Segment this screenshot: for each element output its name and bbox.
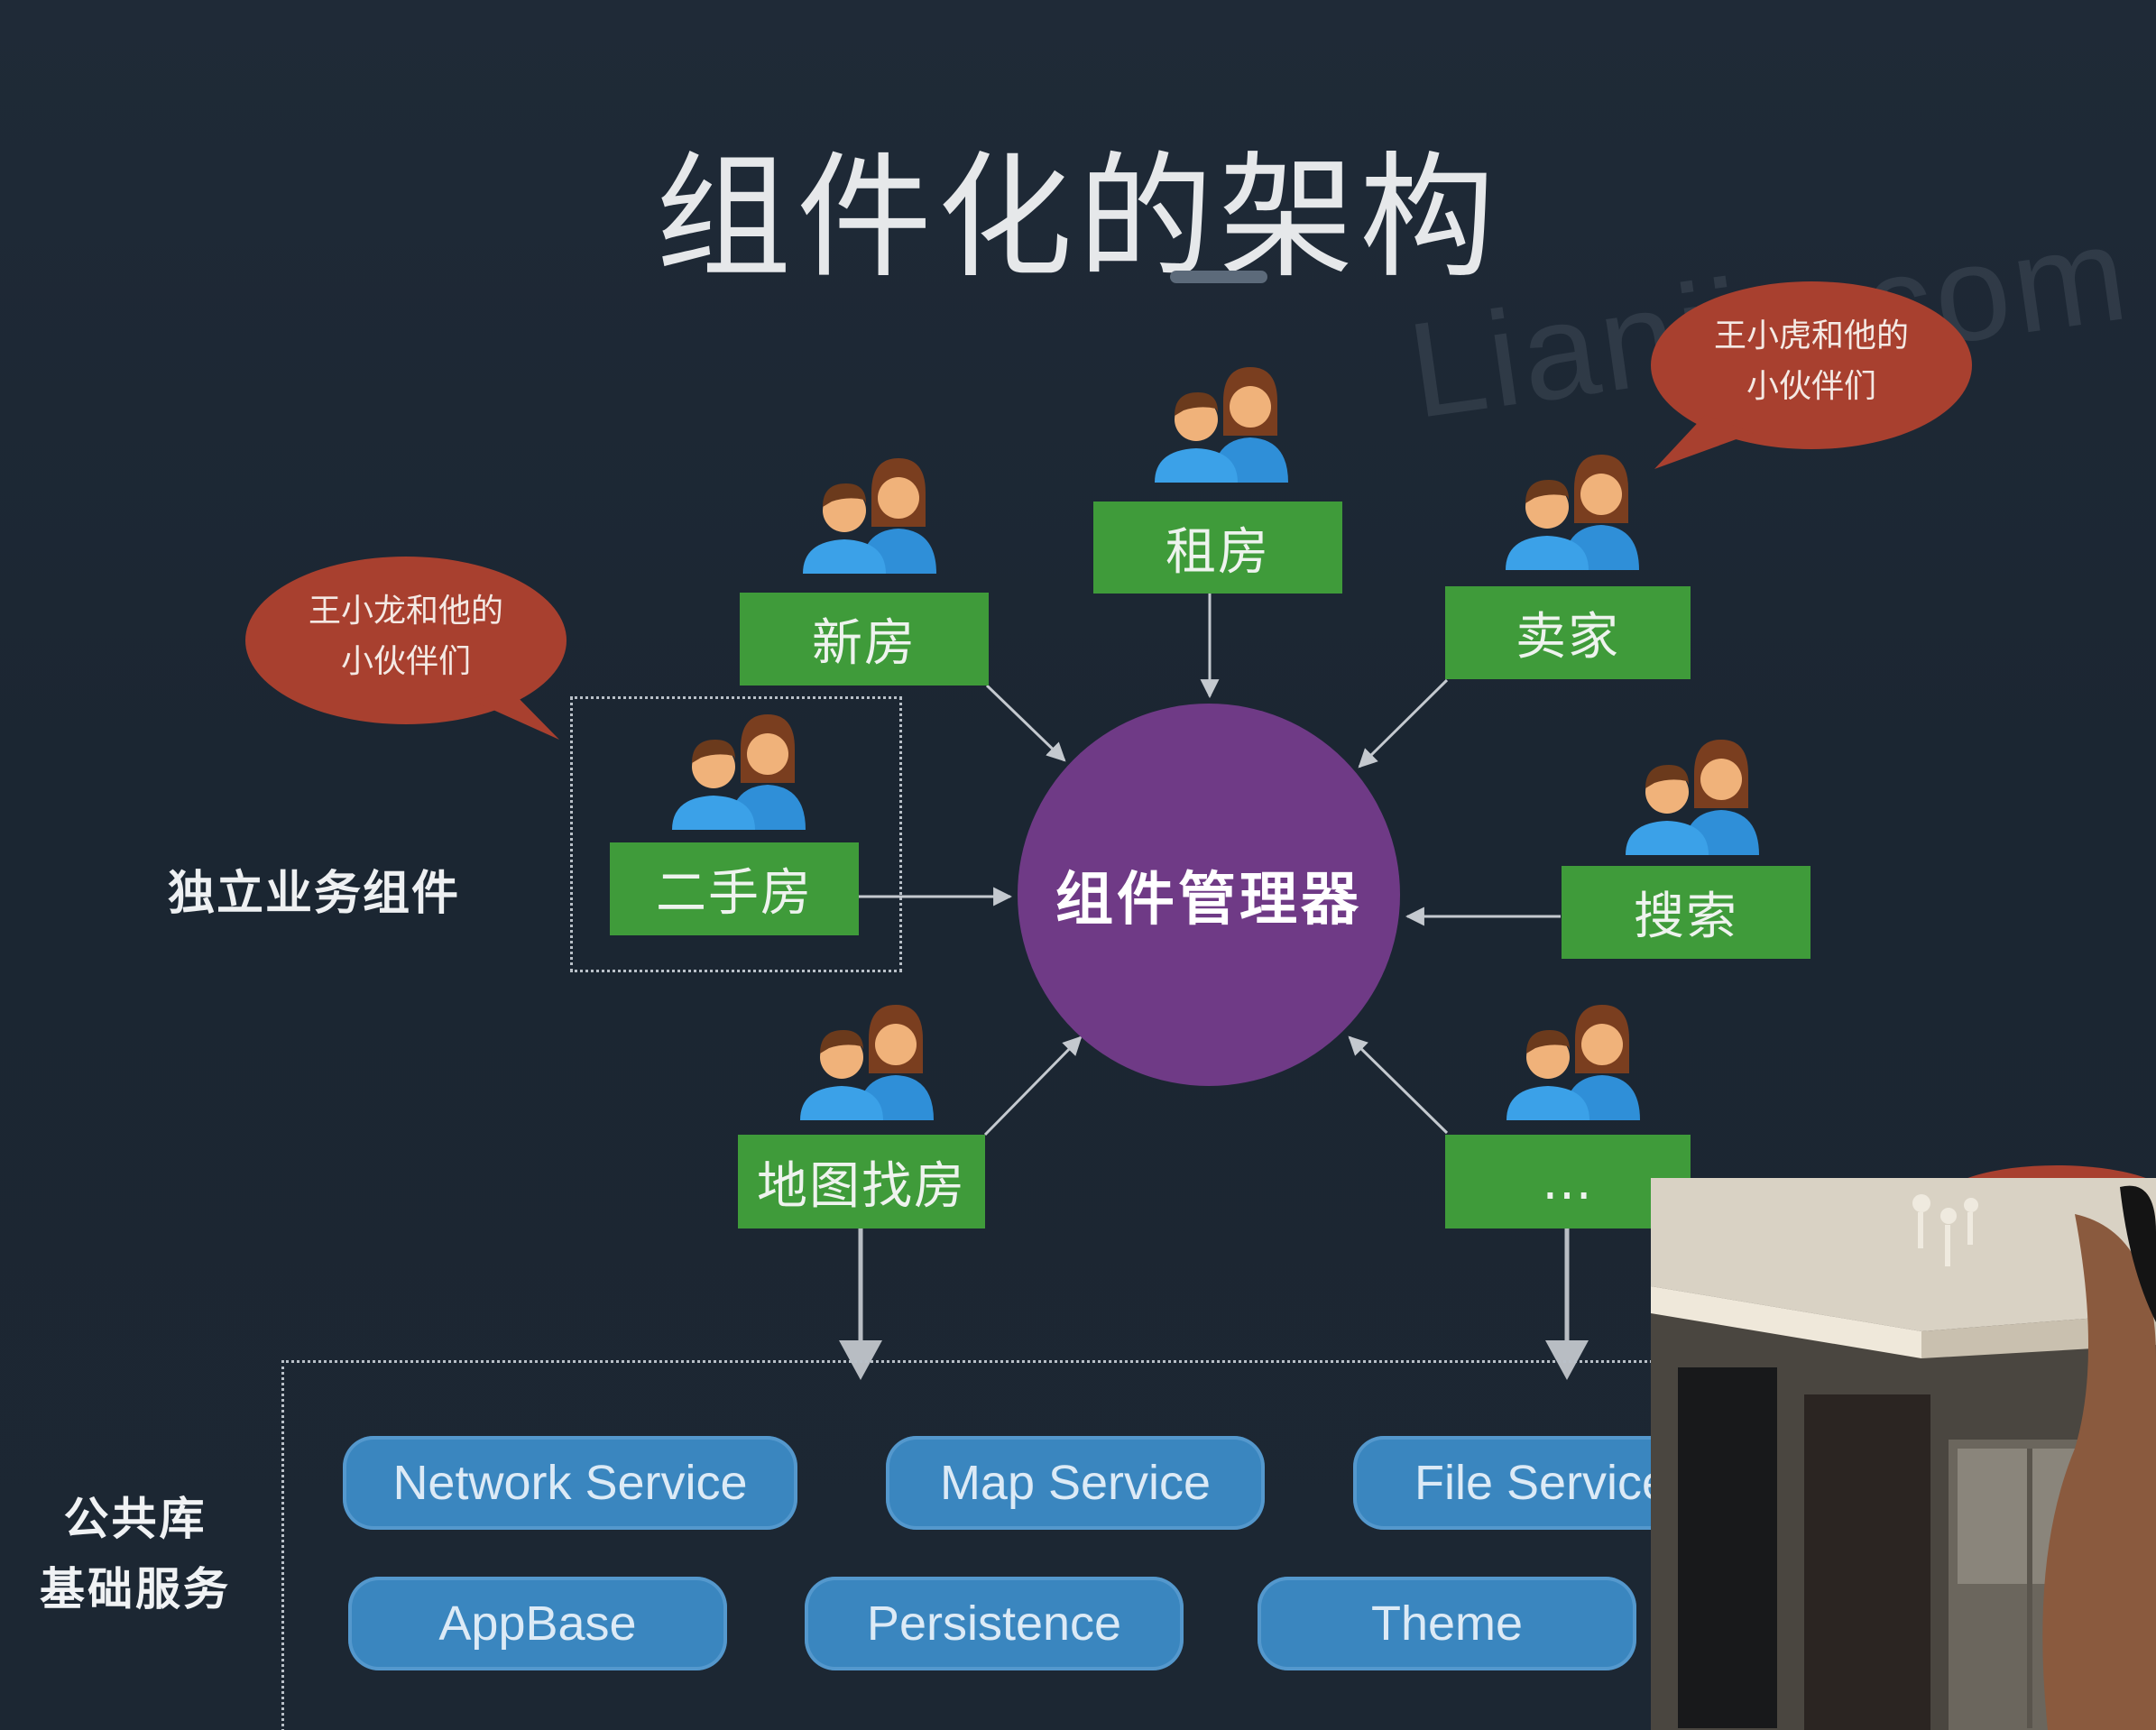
bubble-right-line2: 小伙伴们 — [1746, 368, 1876, 405]
component-maijia: 卖家 — [1445, 586, 1691, 679]
webcam-overlay — [1651, 1178, 2156, 1730]
arrow-more — [1348, 1035, 1449, 1135]
people-pair-icon — [1153, 365, 1288, 483]
component-xinfang: 新房 — [740, 593, 989, 686]
arrow-maijia — [1358, 678, 1449, 768]
service-persistence: Persistence — [805, 1577, 1184, 1670]
people-pair-icon — [1505, 1003, 1640, 1120]
webcam-frame — [1651, 1178, 2156, 1730]
independent-components-label: 独立业务组件 — [168, 867, 461, 921]
bubble-left-text: 王小龙和他的 小伙伴们 — [262, 586, 550, 687]
bubble-right-text: 王小虎和他的 小伙伴们 — [1667, 311, 1956, 412]
service-appbase: AppBase — [348, 1577, 727, 1670]
people-pair-icon — [1624, 738, 1759, 855]
component-sousuo: 搜索 — [1562, 866, 1810, 959]
people-pair-icon — [801, 456, 936, 574]
slide: Lianjia.com 组件化的架构 — [0, 0, 2156, 1730]
component-manager: 组件管理器 — [1018, 704, 1400, 1086]
people-pair-icon — [798, 1003, 934, 1120]
arrow-ditu — [983, 1035, 1083, 1136]
library-group — [281, 1360, 1728, 1730]
component-zufang: 租房 — [1093, 502, 1342, 594]
library-label-line1: 公共库 — [63, 1493, 207, 1545]
people-pair-icon — [1504, 453, 1639, 570]
bubble-left-line2: 小伙伴们 — [340, 643, 471, 680]
arrow-xinfang — [985, 684, 1066, 762]
library-label-line2: 基础服务 — [40, 1563, 231, 1615]
service-network: Network Service — [343, 1436, 797, 1530]
library-label: 公共库 基础服务 — [18, 1484, 253, 1624]
component-ershoufang: 二手房 — [610, 842, 859, 935]
bubble-right-line1: 王小虎和他的 — [1713, 317, 1909, 354]
service-map: Map Service — [886, 1436, 1265, 1530]
service-theme: Theme — [1258, 1577, 1636, 1670]
bubble-left-line1: 王小龙和他的 — [308, 593, 503, 630]
component-ditu: 地图找房 — [738, 1135, 985, 1228]
